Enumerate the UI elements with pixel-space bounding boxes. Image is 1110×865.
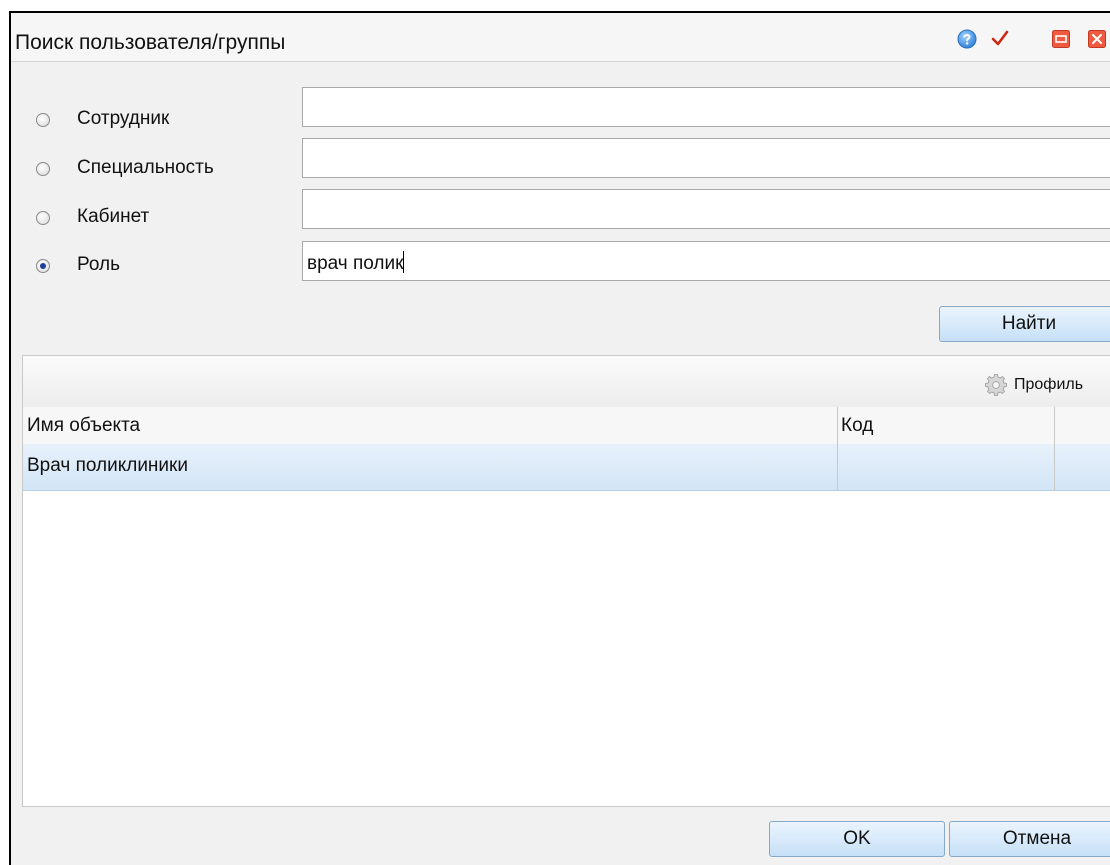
radio-label: Роль bbox=[77, 254, 120, 275]
cell-extra bbox=[1054, 444, 1110, 490]
table-row[interactable]: Врач поликлиники bbox=[23, 444, 1110, 491]
employee-field[interactable] bbox=[302, 87, 1110, 127]
column-divider[interactable] bbox=[837, 407, 838, 491]
column-header-extra[interactable] bbox=[1054, 407, 1110, 444]
profile-button[interactable]: Профиль bbox=[1014, 376, 1083, 394]
cell-code bbox=[837, 444, 1054, 490]
results-grid: Профиль Имя объекта Код Врач поликлиники bbox=[22, 355, 1110, 807]
radio-button-selected[interactable] bbox=[36, 259, 50, 273]
cancel-button[interactable]: Отмена bbox=[949, 821, 1110, 857]
radio-button[interactable] bbox=[36, 211, 50, 225]
radio-button[interactable] bbox=[36, 113, 50, 127]
column-header-code[interactable]: Код bbox=[837, 407, 1054, 444]
cell-name: Врач поликлиники bbox=[27, 455, 188, 476]
text-caret bbox=[403, 251, 405, 273]
dialog-title: Поиск пользователя/группы bbox=[15, 31, 286, 54]
ok-button[interactable]: OK bbox=[769, 821, 945, 857]
close-icon[interactable] bbox=[1088, 30, 1106, 48]
check-icon[interactable] bbox=[990, 28, 1010, 48]
search-dialog: Поиск пользователя/группы Сотрудник Спец… bbox=[9, 11, 1110, 865]
grid-toolbar: Профиль bbox=[23, 356, 1110, 408]
radio-label: Кабинет bbox=[77, 206, 150, 227]
column-divider[interactable] bbox=[1054, 407, 1055, 491]
role-field[interactable]: врач полик bbox=[302, 241, 1110, 281]
radio-button[interactable] bbox=[36, 162, 50, 176]
gear-icon[interactable] bbox=[984, 373, 1008, 397]
find-button[interactable]: Найти bbox=[939, 306, 1110, 342]
help-icon[interactable] bbox=[957, 29, 977, 49]
role-field-value: врач полик bbox=[307, 253, 404, 274]
radio-label: Сотрудник bbox=[77, 108, 170, 129]
grid-header: Имя объекта Код bbox=[23, 407, 1110, 445]
column-header-name[interactable]: Имя объекта bbox=[23, 407, 837, 444]
specialty-field[interactable] bbox=[302, 138, 1110, 178]
minimize-icon[interactable] bbox=[1052, 30, 1070, 48]
radio-label: Специальность bbox=[77, 157, 214, 178]
cabinet-field[interactable] bbox=[302, 189, 1110, 229]
dialog-titlebar: Поиск пользователя/группы bbox=[11, 13, 1110, 62]
